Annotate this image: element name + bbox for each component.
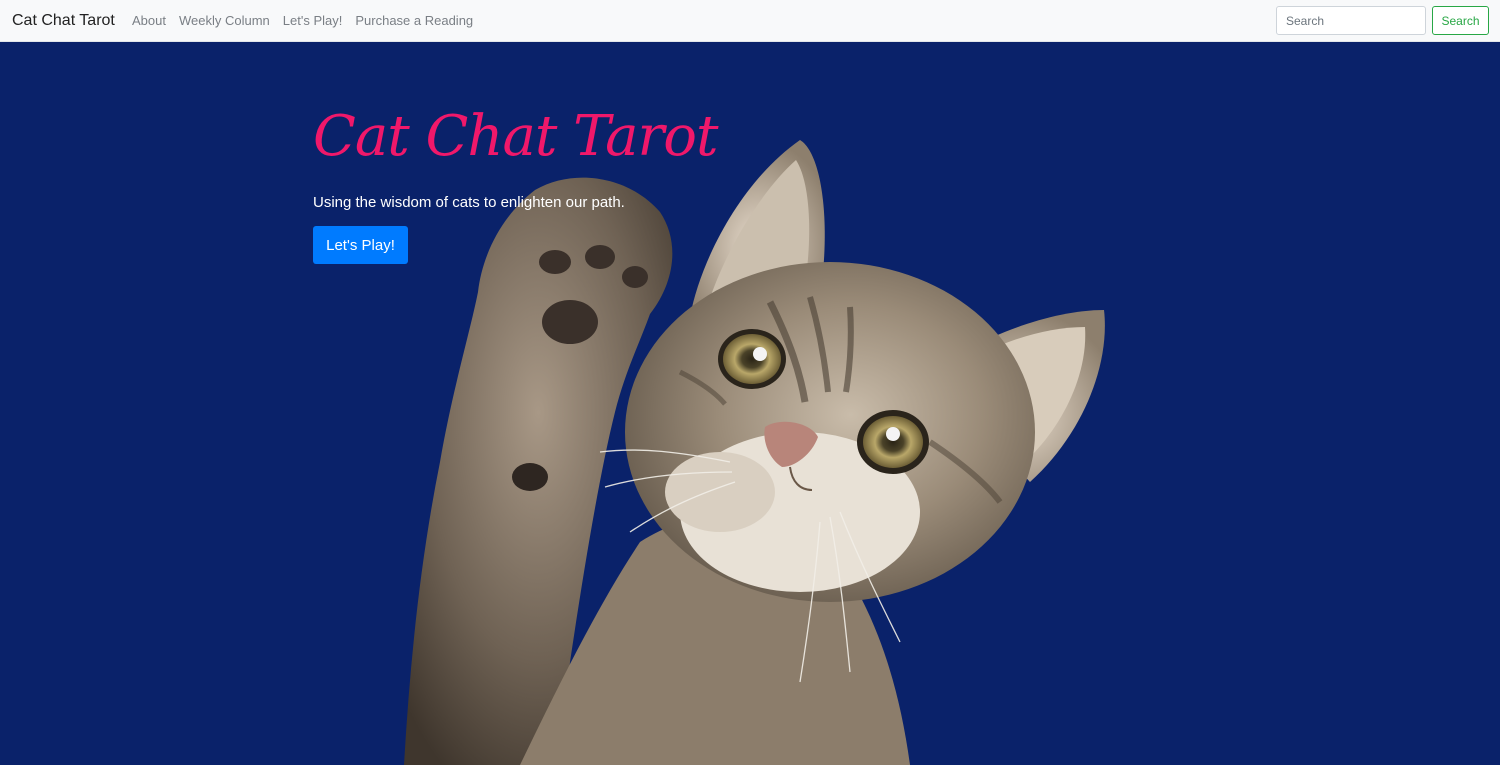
hero-title: Cat Chat Tarot (313, 104, 719, 169)
top-navbar: Cat Chat Tarot About Weekly Column Let's… (0, 0, 1500, 42)
hero-tagline: Using the wisdom of cats to enlighten ou… (313, 194, 625, 211)
nav-link-purchase-reading[interactable]: Purchase a Reading (355, 13, 473, 29)
nav-link-weekly-column[interactable]: Weekly Column (179, 13, 270, 29)
nav-link-about[interactable]: About (132, 13, 166, 29)
lets-play-button[interactable]: Let's Play! (313, 226, 408, 264)
nav-links: About Weekly Column Let's Play! Purchase… (132, 13, 473, 29)
nav-link-lets-play[interactable]: Let's Play! (283, 13, 343, 29)
brand-link[interactable]: Cat Chat Tarot (12, 11, 115, 31)
cat-image (404, 140, 1105, 765)
hero-section: Cat Chat Tarot Using the wisdom of cats … (0, 42, 1500, 765)
search-input[interactable] (1276, 6, 1426, 35)
search-button[interactable]: Search (1432, 6, 1489, 35)
